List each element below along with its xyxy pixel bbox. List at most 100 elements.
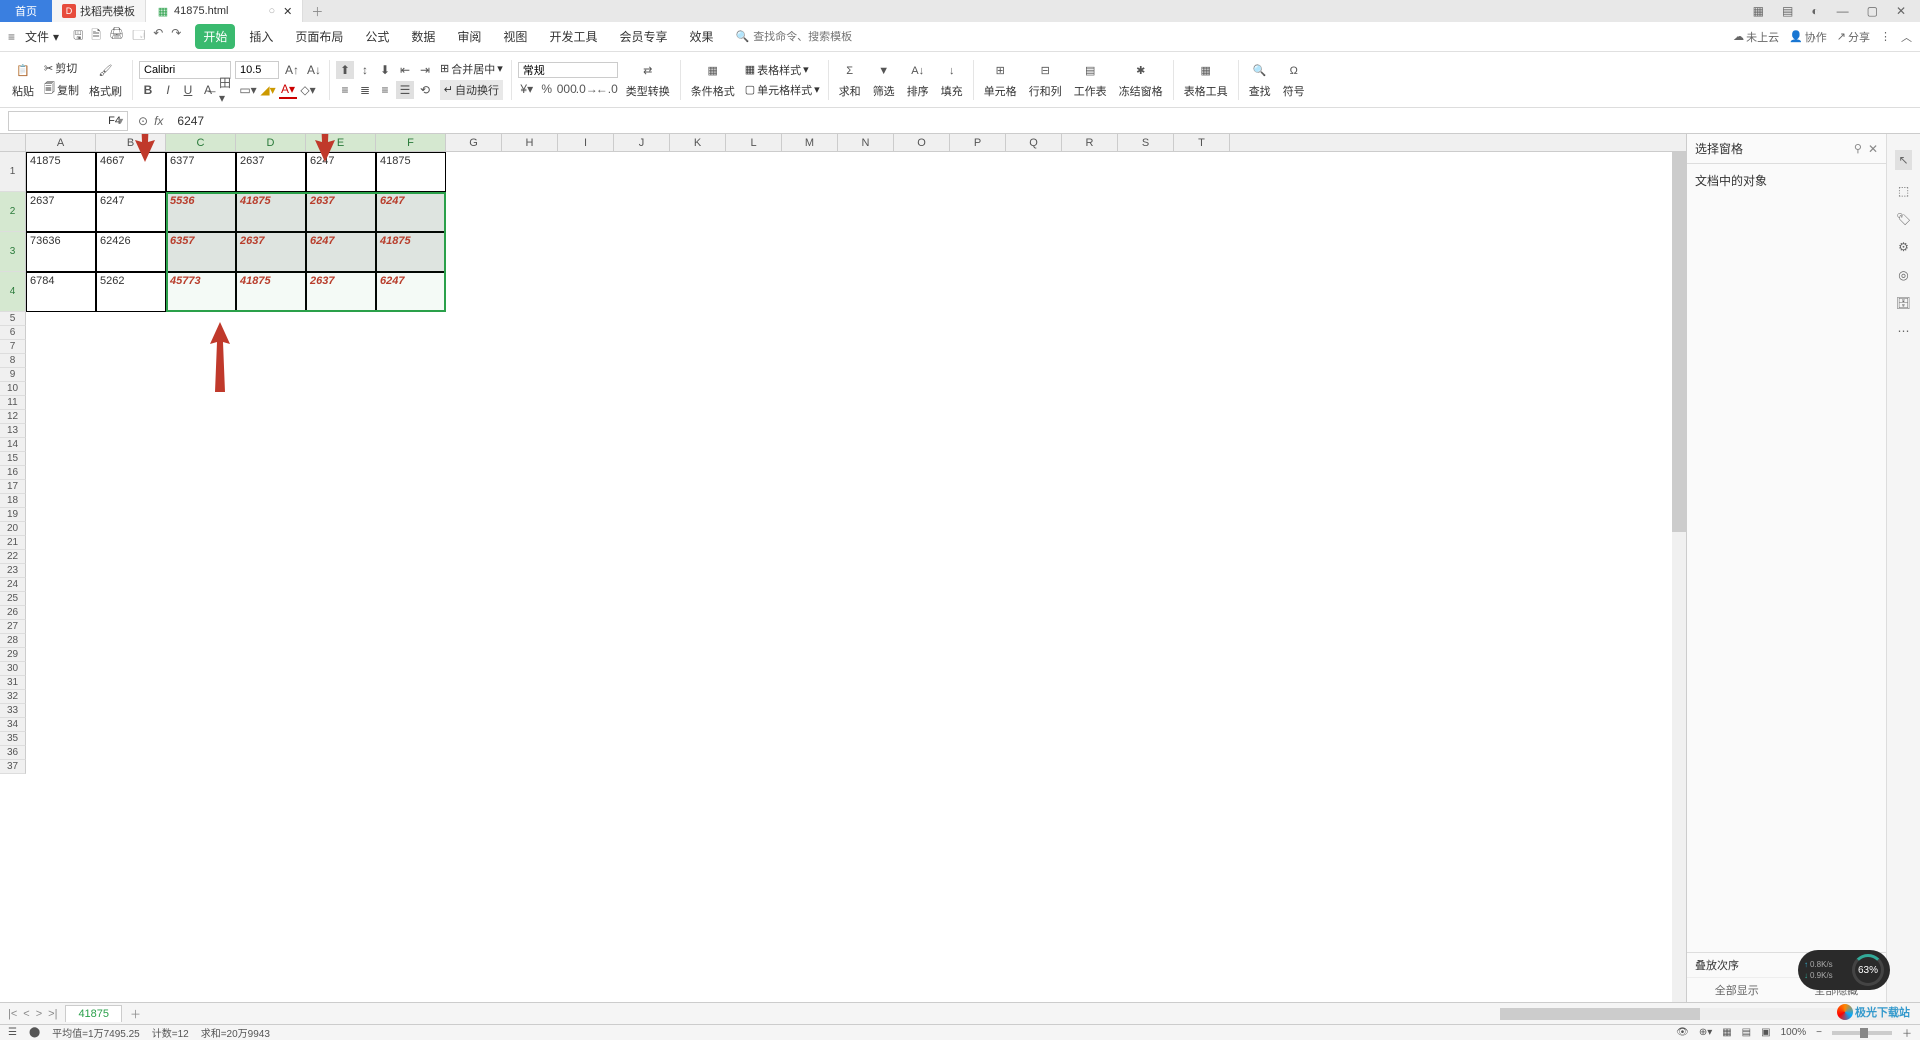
zoom-out-icon[interactable]: − (1816, 1027, 1822, 1038)
select-tool-icon[interactable]: ⬚ (1898, 184, 1909, 198)
apps-icon[interactable]: ▤ (1778, 4, 1797, 18)
justify-icon[interactable]: ☰ (396, 81, 414, 99)
align-middle-icon[interactable]: ↕ (356, 61, 374, 79)
tab-member[interactable]: 会员专享 (611, 24, 675, 49)
eye-icon[interactable]: 👁 (1676, 1027, 1689, 1038)
col-I[interactable]: I (558, 134, 614, 151)
minimize-icon[interactable]: — (1833, 4, 1853, 18)
comma-icon[interactable]: 000 (558, 80, 576, 98)
font-name-select[interactable] (139, 61, 231, 79)
close-window-icon[interactable]: ✕ (1892, 4, 1910, 18)
col-T[interactable]: T (1174, 134, 1230, 151)
cell-D1[interactable]: 2637 (236, 152, 306, 192)
symbol-button[interactable]: Ω符号 (1279, 59, 1309, 101)
find-button[interactable]: 🔍查找 (1245, 59, 1275, 101)
name-box[interactable]: F4 ▼ (8, 111, 128, 131)
formula-input[interactable]: 6247 (173, 114, 1920, 128)
sum-button[interactable]: Σ求和 (835, 59, 865, 101)
col-G[interactable]: G (446, 134, 502, 151)
col-C[interactable]: C (166, 134, 236, 151)
rowcol-button[interactable]: ⊟行和列 (1025, 59, 1066, 101)
col-L[interactable]: L (726, 134, 782, 151)
first-sheet-icon[interactable]: |< (8, 1008, 17, 1020)
cut-button[interactable]: ✂剪切 (42, 59, 81, 77)
cell-E4[interactable]: 2637 (306, 272, 376, 312)
cell-B4[interactable]: 5262 (96, 272, 166, 312)
zoom-slider[interactable] (1832, 1031, 1892, 1035)
cells-button[interactable]: ⊞单元格 (980, 59, 1021, 101)
namebox-dropdown-icon[interactable]: ▼ (116, 116, 125, 126)
show-all-button[interactable]: 全部显示 (1687, 977, 1787, 1002)
prev-sheet-icon[interactable]: < (23, 1008, 29, 1020)
copy-button[interactable]: 🗐复制 (42, 79, 81, 100)
col-D[interactable]: D (236, 134, 306, 151)
percent-icon[interactable]: % (538, 80, 556, 98)
pin-icon[interactable]: ⚲ (1854, 142, 1862, 155)
type-convert-button[interactable]: ⇄类型转换 (622, 59, 674, 101)
highlight-button[interactable]: ◢▾ (259, 81, 277, 99)
tab-formula[interactable]: 公式 (357, 24, 397, 49)
col-F[interactable]: F (376, 134, 446, 151)
template-tab[interactable]: D 找稻壳模板 (52, 0, 146, 22)
align-center-icon[interactable]: ≣ (356, 81, 374, 99)
redo-icon[interactable]: ↷ (171, 26, 181, 47)
font-color-button[interactable]: A▾ (279, 81, 297, 99)
col-O[interactable]: O (894, 134, 950, 151)
backup-tool-icon[interactable]: 🗄 (1896, 296, 1911, 310)
zoom-value[interactable]: 100% (1781, 1027, 1807, 1038)
fill-button[interactable]: ↓填充 (937, 59, 967, 101)
close-pane-icon[interactable]: ✕ (1868, 142, 1878, 156)
col-P[interactable]: P (950, 134, 1006, 151)
paste-button[interactable]: 📋粘贴 (8, 59, 38, 101)
align-bottom-icon[interactable]: ⬇ (376, 61, 394, 79)
cell-style-button[interactable]: ▢单元格样式▾ (743, 81, 822, 99)
align-right-icon[interactable]: ≡ (376, 81, 394, 99)
sheet-tab[interactable]: 41875 (65, 1005, 122, 1022)
filter-button[interactable]: ▼筛选 (869, 59, 899, 101)
collapse-ribbon-icon[interactable]: ︿ (1901, 29, 1912, 45)
save-icon[interactable]: 🖫 (73, 26, 83, 47)
clear-format-button[interactable]: ◇▾ (299, 81, 317, 99)
tab-layout[interactable]: 页面布局 (287, 24, 351, 49)
tab-insert[interactable]: 插入 (241, 24, 281, 49)
file-menu[interactable]: 文件 ▾ (19, 26, 65, 47)
undo-icon[interactable]: ↶ (153, 26, 163, 47)
strikethrough-button[interactable]: A̶ (199, 81, 217, 99)
underline-button[interactable]: U (179, 81, 197, 99)
tab-review[interactable]: 审阅 (449, 24, 489, 49)
dec-decimal-icon[interactable]: ←.0 (598, 80, 616, 98)
cell-B3[interactable]: 62426 (96, 232, 166, 272)
rowhdr-4[interactable]: 4 (0, 272, 26, 312)
settings-tool-icon[interactable]: ⚙ (1898, 240, 1909, 254)
hamburger-icon[interactable]: ≡ (8, 30, 19, 44)
cell-B2[interactable]: 6247 (96, 192, 166, 232)
vscroll-thumb[interactable] (1672, 152, 1686, 532)
location-tool-icon[interactable]: ◎ (1898, 268, 1908, 282)
tab-dev[interactable]: 开发工具 (541, 24, 605, 49)
col-E[interactable]: E (306, 134, 376, 151)
network-speed-widget[interactable]: ↑0.8K/s ↓0.9K/s 63% (1798, 950, 1890, 990)
rowhdr-3[interactable]: 3 (0, 232, 26, 272)
spreadsheet-grid[interactable]: A B C D E F G H I J K L M N O P Q R S T … (0, 134, 1686, 1002)
zoom-in-icon[interactable]: ＋ (1902, 1025, 1912, 1040)
cell-A3[interactable]: 73636 (26, 232, 96, 272)
inc-decimal-icon[interactable]: .0→ (578, 80, 596, 98)
cell-D2[interactable]: 41875 (236, 192, 306, 232)
decrease-font-icon[interactable]: A↓ (305, 61, 323, 79)
collab-button[interactable]: 👤协作 (1789, 29, 1827, 45)
cell-F1[interactable]: 41875 (376, 152, 446, 192)
print-icon[interactable]: 🖨 (109, 26, 124, 47)
sheet-button[interactable]: ▤工作表 (1070, 59, 1111, 101)
col-Q[interactable]: Q (1006, 134, 1062, 151)
cell-B1[interactable]: 4667 (96, 152, 166, 192)
cell-F2[interactable]: 6247 (376, 192, 446, 232)
cond-format-button[interactable]: ▦条件格式 (687, 59, 739, 101)
saveas-icon[interactable]: 🗎 (91, 26, 101, 47)
vertical-scrollbar[interactable] (1672, 152, 1686, 1002)
last-sheet-icon[interactable]: >| (48, 1008, 57, 1020)
more-icon[interactable]: ⋮ (1880, 30, 1891, 43)
hscroll-thumb[interactable] (1500, 1008, 1700, 1020)
merge-button[interactable]: ⊞合并居中▾ (438, 60, 505, 78)
command-search[interactable]: 🔍 (735, 30, 873, 43)
fx-icon[interactable]: fx (154, 114, 163, 128)
